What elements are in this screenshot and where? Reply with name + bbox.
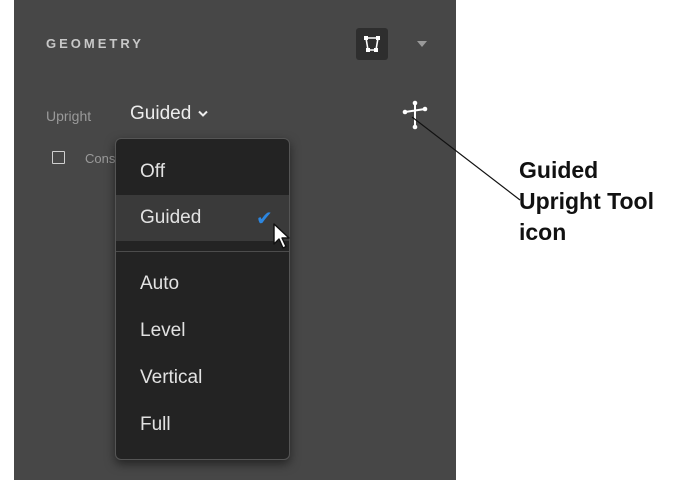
callout-line-1: Guided — [519, 157, 599, 183]
callout-line-2: Upright Tool — [519, 188, 654, 214]
callout-annotation: Guided Upright Tool icon — [519, 155, 689, 248]
callout-line-3: icon — [519, 219, 567, 245]
